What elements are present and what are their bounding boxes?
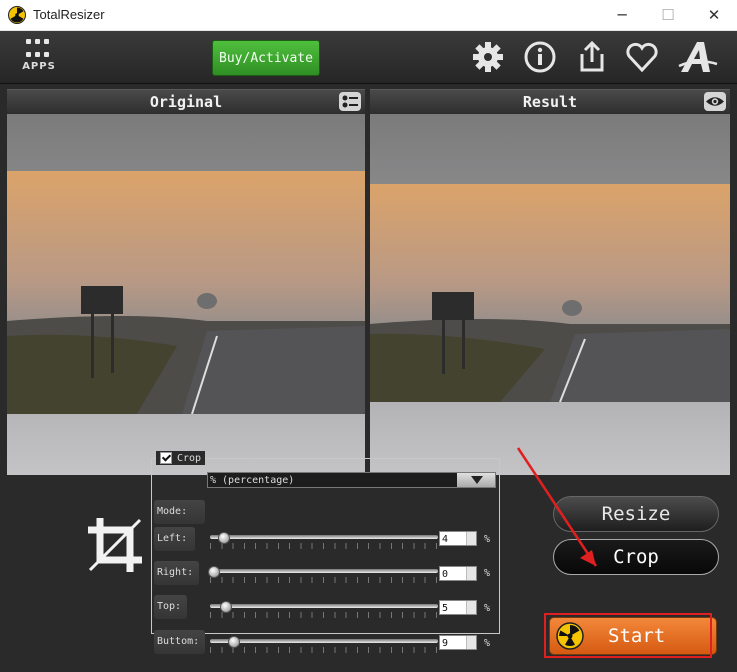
top-spin-icon[interactable] (466, 601, 476, 614)
top-value: 5 (442, 603, 449, 614)
top-slider-ticks (210, 612, 438, 618)
share-icon[interactable] (574, 40, 610, 74)
bottom-slider-ticks (210, 647, 438, 653)
left-value-input[interactable]: 4 (439, 531, 477, 546)
window-title: TotalResizer (33, 7, 105, 22)
bottom-slider-track[interactable] (210, 639, 438, 643)
right-unit: % (484, 568, 491, 579)
mode-selected-value: % (percentage) (210, 475, 295, 486)
top-unit: % (484, 603, 491, 614)
maximize-button[interactable]: ☐ (645, 0, 691, 30)
close-button[interactable]: ✕ (691, 0, 737, 30)
bottom-label: Buttom: (154, 630, 205, 654)
dropdown-arrow-icon[interactable] (457, 473, 495, 487)
font-a-icon[interactable] (677, 40, 719, 74)
view-list-icon[interactable] (339, 92, 361, 111)
apps-label: APPS (22, 61, 56, 72)
result-panel: Result (370, 89, 730, 475)
top-slider-track[interactable] (210, 604, 438, 608)
app-logo-icon (8, 6, 26, 24)
gear-icon[interactable] (470, 40, 506, 74)
original-panel: Original (7, 89, 365, 475)
left-label: Left: (154, 527, 195, 551)
toolbar: APPS Buy/Activate (0, 31, 737, 84)
eye-icon[interactable] (704, 92, 726, 111)
crop-enable-checkbox[interactable]: Crop (156, 451, 206, 465)
bottom-value-input[interactable]: 9 (439, 635, 477, 650)
right-label: Right: (154, 561, 199, 585)
bottom-spin-icon[interactable] (466, 636, 476, 649)
crop-tool-icon (88, 518, 142, 572)
top-value-input[interactable]: 5 (439, 600, 477, 615)
bottom-value: 9 (442, 638, 449, 649)
right-slider-track[interactable] (210, 569, 438, 573)
apps-grid-icon (26, 39, 52, 61)
top-slider-thumb[interactable] (220, 601, 232, 613)
mode-dropdown[interactable]: % (percentage) (207, 472, 496, 488)
result-photo (370, 184, 730, 402)
result-title: Result (522, 93, 578, 111)
left-slider-ticks (210, 543, 438, 549)
title-bar: TotalResizer ─ ☐ ✕ (0, 0, 737, 31)
info-icon[interactable] (522, 40, 558, 74)
annotation-arrow (516, 447, 598, 567)
bottom-slider-thumb[interactable] (228, 636, 240, 648)
crop-checkbox[interactable] (160, 452, 172, 464)
left-value: 4 (442, 534, 449, 545)
result-preview[interactable] (370, 114, 730, 475)
original-title: Original (149, 93, 223, 111)
buy-activate-button[interactable]: Buy/Activate (212, 40, 320, 76)
left-unit: % (484, 534, 491, 545)
minimize-button[interactable]: ─ (599, 0, 645, 30)
top-label: Top: (154, 595, 187, 619)
left-slider-thumb[interactable] (218, 532, 230, 544)
right-value-input[interactable]: 0 (439, 566, 477, 581)
heart-icon[interactable] (624, 40, 660, 74)
bottom-unit: % (484, 638, 491, 649)
right-slider-ticks (210, 577, 438, 583)
start-highlight (544, 613, 712, 658)
right-slider-thumb[interactable] (208, 566, 220, 578)
original-preview[interactable] (7, 114, 365, 475)
original-panel-header: Original (7, 89, 365, 114)
left-spin-icon[interactable] (466, 532, 476, 545)
apps-button[interactable]: APPS (20, 39, 58, 77)
right-spin-icon[interactable] (466, 567, 476, 580)
result-panel-header: Result (370, 89, 730, 114)
crop-checkbox-label: Crop (177, 452, 202, 464)
mode-label: Mode: (154, 500, 205, 524)
right-value: 0 (442, 569, 449, 580)
left-slider-track[interactable] (210, 535, 438, 539)
original-photo (7, 171, 365, 414)
